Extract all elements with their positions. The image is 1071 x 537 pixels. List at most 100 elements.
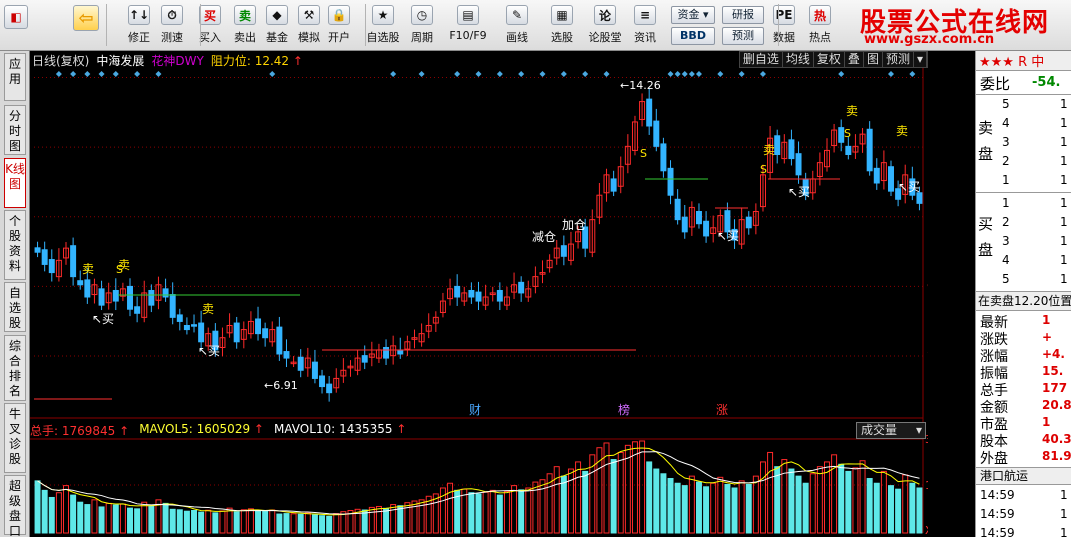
side-tab-7[interactable]: 超级盘口 bbox=[4, 475, 26, 537]
toolbar-item-11[interactable]: ▦ 选股 bbox=[542, 3, 582, 49]
toolbar-item-8[interactable]: ◷ 周期 bbox=[402, 3, 442, 49]
toolbar-item-12[interactable]: 论论股堂 bbox=[585, 3, 625, 49]
volume-bar bbox=[838, 463, 845, 534]
toolbar-item-13[interactable]: ≡ 资讯 bbox=[625, 3, 665, 49]
volume-bar bbox=[326, 515, 333, 534]
volume-dropdown[interactable]: 成交量 ▾ bbox=[856, 422, 926, 439]
chevron-down-icon[interactable]: ▾ bbox=[914, 52, 927, 67]
volume-bar bbox=[802, 482, 809, 534]
volume-bar bbox=[219, 510, 226, 534]
candle-body bbox=[674, 198, 681, 221]
reduce-position-label: 减仓 bbox=[532, 230, 556, 244]
volume-bar bbox=[496, 494, 503, 534]
quote-field-label: 外盘 bbox=[980, 451, 1008, 467]
side-tab-3[interactable]: 个股资料 bbox=[4, 210, 26, 280]
candle-body bbox=[703, 220, 710, 237]
volume-bar bbox=[411, 500, 418, 534]
toolbar-item-15[interactable]: 热热点 bbox=[800, 3, 840, 49]
volume-bar bbox=[390, 504, 397, 534]
signal-diamond-icon bbox=[155, 71, 162, 77]
toolbar-icon-15: 热 bbox=[809, 5, 831, 25]
buy-signal-label: ↖买 bbox=[717, 229, 739, 243]
volume-bar bbox=[895, 488, 902, 534]
research-button[interactable]: 研报 bbox=[722, 6, 764, 24]
side-tab-label: 分时图 bbox=[8, 109, 21, 153]
toolbar-item-2[interactable]: 买买入 bbox=[190, 3, 230, 49]
finance-event-label: 财 bbox=[469, 403, 481, 417]
s-signal-label: S bbox=[760, 163, 767, 176]
signal-diamond-icon bbox=[98, 71, 105, 77]
candle-body bbox=[788, 139, 795, 160]
volume-bar bbox=[141, 501, 148, 534]
kline-chart[interactable]: 14.6912.9811.279.567.853883519618X100←14… bbox=[30, 51, 928, 537]
chart-menu-item-4[interactable]: 图 bbox=[864, 52, 883, 67]
chart-menu-item-2[interactable]: 复权 bbox=[814, 52, 845, 67]
side-tab-5[interactable]: 综合排名 bbox=[4, 335, 26, 401]
buy-signal-label: ↖买 bbox=[898, 180, 920, 194]
toolbar-label-2: 买入 bbox=[199, 31, 221, 44]
toolbar-item-1[interactable]: ⏱ 测速 bbox=[152, 3, 192, 49]
volume-bar bbox=[468, 492, 475, 534]
volume-bar bbox=[91, 499, 98, 534]
volume-bar bbox=[319, 515, 326, 534]
volume-bar bbox=[902, 474, 909, 534]
chart-menu-item-0[interactable]: 删自选 bbox=[740, 52, 783, 67]
toolbar-label-6: 开户 bbox=[328, 31, 350, 44]
chart-menu-item-3[interactable]: 叠 bbox=[845, 52, 864, 67]
volume-bar bbox=[304, 512, 311, 534]
s-signal-label: S bbox=[640, 147, 647, 160]
toolbar-icon-0: ↑↓ bbox=[128, 5, 150, 25]
side-tab-1[interactable]: 分时图 bbox=[4, 105, 26, 155]
signal-diamond-icon bbox=[667, 71, 674, 77]
candle-body bbox=[134, 306, 141, 314]
sell-side-label: 卖盘 bbox=[978, 119, 994, 163]
candle-body bbox=[866, 128, 873, 172]
candle-body bbox=[475, 291, 482, 302]
fund-button[interactable]: 资金 ▾ bbox=[671, 6, 715, 24]
volume-bar bbox=[63, 485, 69, 534]
chart-menu-item-1[interactable]: 均线 bbox=[783, 52, 814, 67]
sector-name[interactable]: 港口航运 bbox=[976, 467, 1071, 485]
volume-bar bbox=[539, 479, 546, 534]
toolbar-item-6[interactable]: 🔒 开户 bbox=[319, 3, 359, 49]
toolbar-separator-0 bbox=[200, 4, 201, 46]
toolbar-icon-6: 🔒 bbox=[328, 5, 350, 25]
volume-bar bbox=[909, 482, 916, 534]
tick-time: 14:59 bbox=[980, 488, 1015, 502]
volume-bar bbox=[880, 470, 887, 534]
high-price-label: ←14.26 bbox=[620, 79, 661, 92]
chart-menu-item-5[interactable]: 预测 bbox=[883, 52, 914, 67]
forecast-button[interactable]: 预测 bbox=[722, 27, 764, 45]
side-tab-4[interactable]: 自选股 bbox=[4, 282, 26, 332]
app-logo[interactable]: ◧ bbox=[2, 3, 30, 49]
toolbar-item-9[interactable]: ▤ F10/F9 bbox=[448, 3, 488, 49]
volume-bar bbox=[262, 510, 269, 534]
volume-total-label: 总手: bbox=[30, 424, 59, 438]
quote-field-value: 1 bbox=[1042, 415, 1051, 429]
candle-body bbox=[695, 211, 702, 225]
candle-body bbox=[838, 127, 845, 143]
volume-bar bbox=[290, 513, 297, 534]
stock-name: 中海发展 bbox=[96, 54, 145, 68]
side-tab-6[interactable]: 牛叉诊股 bbox=[4, 403, 26, 473]
side-tab-0[interactable]: 应用 bbox=[4, 53, 26, 101]
volume-bar bbox=[176, 509, 183, 534]
toolbar-item-14[interactable]: PE 数据 bbox=[764, 3, 804, 49]
candle-body bbox=[468, 289, 475, 298]
back-button[interactable]: ⇦ bbox=[70, 3, 102, 49]
sell-level: 3 bbox=[1002, 135, 1010, 149]
toolbar-item-10[interactable]: ✎ 画线 bbox=[497, 3, 537, 49]
quote-field-value: 1 bbox=[1042, 313, 1051, 327]
volume-bar bbox=[816, 466, 823, 534]
toolbar-label-12: 论股堂 bbox=[588, 31, 622, 44]
toolbar-icon-3: 卖 bbox=[234, 5, 256, 25]
candle-body bbox=[162, 288, 169, 298]
volume-bar bbox=[127, 507, 134, 534]
bbd-button[interactable]: BBD bbox=[671, 27, 715, 45]
quote-field-value: 177 bbox=[1042, 381, 1068, 395]
volume-bar bbox=[788, 468, 795, 534]
side-tab-2[interactable]: K线图 bbox=[4, 158, 26, 208]
toolbar-item-7[interactable]: ★ 自选股 bbox=[363, 3, 403, 49]
toolbar-icon-9: ▤ bbox=[457, 5, 479, 25]
candle-body bbox=[98, 288, 105, 306]
